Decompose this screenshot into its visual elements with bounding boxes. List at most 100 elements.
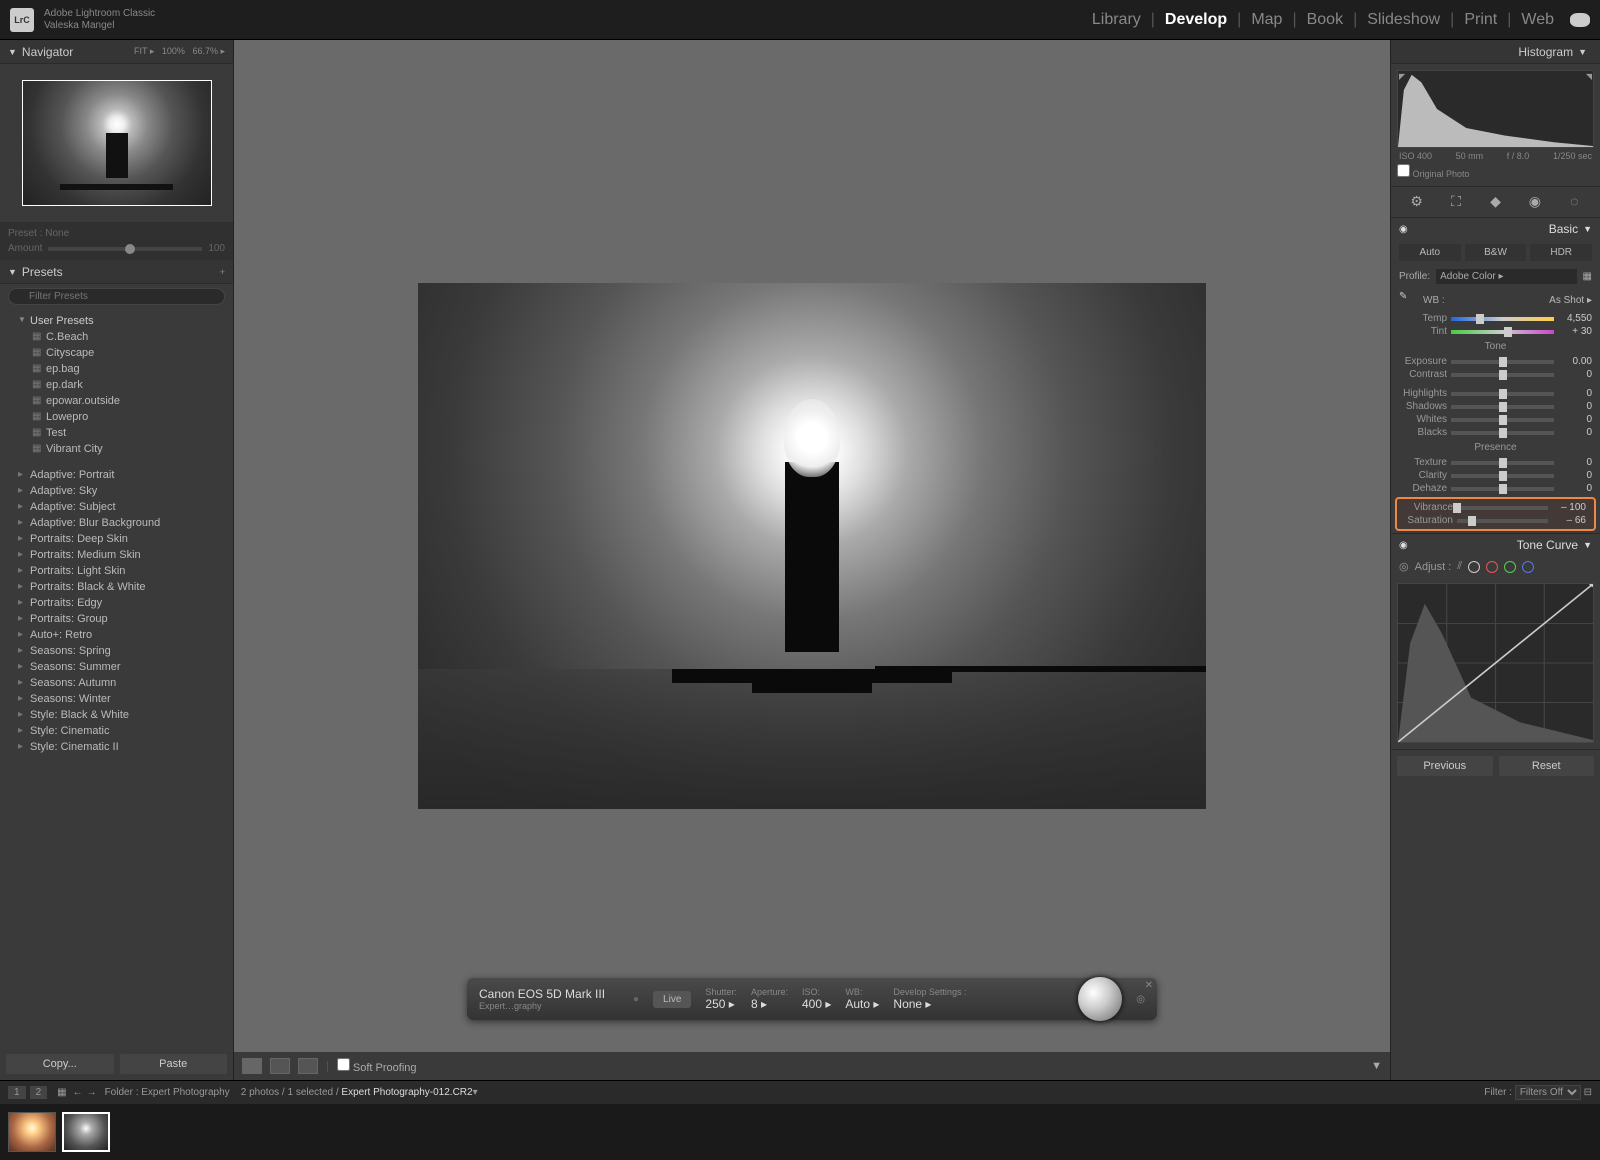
highlight-clip-icon[interactable]: ◥	[1586, 72, 1592, 81]
preset-category[interactable]: Seasons: Winter	[0, 691, 233, 707]
paste-button[interactable]: Paste	[120, 1054, 228, 1074]
next-photo-icon[interactable]: →	[87, 1087, 97, 1098]
eye-icon[interactable]: ◉	[1399, 224, 1408, 235]
preset-item[interactable]: ep.dark	[0, 377, 233, 393]
user-presets-group[interactable]: User Presets	[0, 313, 233, 329]
histogram-graph[interactable]: ◤ ◥	[1397, 70, 1594, 148]
rgb-channel-icon[interactable]	[1468, 561, 1480, 573]
screen-1-button[interactable]: 1	[8, 1086, 26, 1099]
loupe-view-icon[interactable]	[242, 1058, 262, 1074]
profile-grid-icon[interactable]: ▦	[1583, 271, 1592, 282]
reset-button[interactable]: Reset	[1499, 756, 1595, 776]
soft-proofing-checkbox[interactable]: Soft Proofing	[337, 1058, 417, 1074]
module-print[interactable]: Print	[1458, 11, 1503, 29]
filter-select[interactable]: Filters Off	[1515, 1085, 1581, 1100]
preset-item[interactable]: Cityscape	[0, 345, 233, 361]
dehaze-slider[interactable]	[1451, 487, 1554, 491]
iso-field[interactable]: ISO:400 ▸	[802, 987, 831, 1011]
preset-item[interactable]: epowar.outside	[0, 393, 233, 409]
preset-item[interactable]: Test	[0, 425, 233, 441]
preset-category[interactable]: Portraits: Deep Skin	[0, 531, 233, 547]
preset-category[interactable]: Portraits: Black & White	[0, 579, 233, 595]
tint-slider[interactable]	[1451, 330, 1554, 334]
shadow-clip-icon[interactable]: ◤	[1399, 72, 1405, 81]
preset-category[interactable]: Style: Cinematic II	[0, 739, 233, 755]
add-preset-icon[interactable]: +	[220, 267, 225, 277]
contrast-slider[interactable]	[1451, 373, 1554, 377]
preset-category[interactable]: Portraits: Group	[0, 611, 233, 627]
presets-header[interactable]: ▼ Presets +	[0, 260, 233, 284]
grid-view-icon[interactable]: ▦	[57, 1087, 66, 1098]
original-photo-checkbox[interactable]: Original Photo	[1397, 169, 1470, 179]
cloud-sync-icon[interactable]	[1570, 13, 1590, 27]
preset-category[interactable]: Adaptive: Sky	[0, 483, 233, 499]
eye-icon[interactable]: ◉	[1399, 540, 1408, 551]
exposure-slider[interactable]	[1451, 360, 1554, 364]
clarity-slider[interactable]	[1451, 474, 1554, 478]
tether-trigger-icon[interactable]: ◎	[1136, 994, 1145, 1005]
preset-category[interactable]: Seasons: Summer	[0, 659, 233, 675]
eyedropper-icon[interactable]: ✎	[1399, 291, 1417, 309]
basic-header[interactable]: ◉ Basic▼	[1391, 218, 1600, 240]
red-channel-icon[interactable]	[1486, 561, 1498, 573]
preset-category[interactable]: Adaptive: Blur Background	[0, 515, 233, 531]
profile-select[interactable]: Adobe Color ▸	[1436, 269, 1576, 284]
bw-button[interactable]: B&W	[1465, 244, 1527, 261]
redeye-icon[interactable]: ◉	[1526, 193, 1544, 211]
shutter-dial[interactable]	[1078, 977, 1122, 1021]
camera-name[interactable]: Canon EOS 5D Mark III	[479, 987, 619, 1001]
before-after-lr-icon[interactable]	[270, 1058, 290, 1074]
thumbnail-2[interactable]	[62, 1112, 110, 1152]
crop-icon[interactable]: ⛶	[1447, 193, 1465, 211]
preset-category[interactable]: Auto+: Retro	[0, 627, 233, 643]
filter-lock-icon[interactable]: ⊟	[1584, 1087, 1592, 1098]
preset-item[interactable]: Lowepro	[0, 409, 233, 425]
prev-photo-icon[interactable]: ←	[73, 1087, 83, 1098]
green-channel-icon[interactable]	[1504, 561, 1516, 573]
temp-slider[interactable]	[1451, 317, 1554, 321]
toolbar-collapse-icon[interactable]: ▼	[1371, 1060, 1382, 1072]
tonecurve-header[interactable]: ◉ Tone Curve▼	[1391, 534, 1600, 556]
preset-category[interactable]: Style: Black & White	[0, 707, 233, 723]
preset-category[interactable]: Portraits: Light Skin	[0, 563, 233, 579]
main-photo[interactable]	[418, 283, 1206, 809]
thumbnail-1[interactable]	[8, 1112, 56, 1152]
module-slideshow[interactable]: Slideshow	[1361, 11, 1446, 29]
screen-2-button[interactable]: 2	[30, 1086, 48, 1099]
preset-category[interactable]: Seasons: Autumn	[0, 675, 233, 691]
hdr-button[interactable]: HDR	[1530, 244, 1592, 261]
module-web[interactable]: Web	[1515, 11, 1560, 29]
preset-category[interactable]: Adaptive: Portrait	[0, 467, 233, 483]
target-adjust-icon[interactable]: ◎	[1399, 560, 1409, 573]
saturation-slider[interactable]	[1457, 519, 1548, 523]
whites-slider[interactable]	[1451, 418, 1554, 422]
shutter-field[interactable]: Shutter:250 ▸	[705, 987, 737, 1011]
vibrance-slider[interactable]	[1457, 506, 1548, 510]
tonecurve-graph[interactable]	[1397, 583, 1594, 743]
wb-select[interactable]: As Shot ▸	[1549, 295, 1592, 306]
preset-item[interactable]: C.Beach	[0, 329, 233, 345]
preset-item[interactable]: Vibrant City	[0, 441, 233, 457]
curve-point-icon[interactable]: ⫽	[1457, 560, 1462, 573]
live-button[interactable]: Live	[653, 991, 691, 1008]
preset-search-input[interactable]	[8, 288, 225, 305]
previous-button[interactable]: Previous	[1397, 756, 1493, 776]
close-tether-icon[interactable]: ✕	[1145, 980, 1153, 991]
file-dropdown-icon[interactable]: ▾	[473, 1087, 478, 1098]
blue-channel-icon[interactable]	[1522, 561, 1534, 573]
copy-button[interactable]: Copy...	[6, 1054, 114, 1074]
preset-category[interactable]: Style: Cinematic	[0, 723, 233, 739]
preset-category[interactable]: Portraits: Edgy	[0, 595, 233, 611]
texture-slider[interactable]	[1451, 461, 1554, 465]
preset-category[interactable]: Portraits: Medium Skin	[0, 547, 233, 563]
aperture-field[interactable]: Aperture:8 ▸	[751, 987, 788, 1011]
module-library[interactable]: Library	[1086, 11, 1147, 29]
module-develop[interactable]: Develop	[1159, 11, 1233, 29]
mask-icon[interactable]: ◌	[1565, 193, 1583, 211]
preset-category[interactable]: Seasons: Spring	[0, 643, 233, 659]
shadows-slider[interactable]	[1451, 405, 1554, 409]
heal-icon[interactable]: ◆	[1486, 193, 1504, 211]
before-after-tb-icon[interactable]	[298, 1058, 318, 1074]
navigator-header[interactable]: ▼ Navigator FIT ▸ 100% 66.7% ▸	[0, 40, 233, 64]
auto-button[interactable]: Auto	[1399, 244, 1461, 261]
